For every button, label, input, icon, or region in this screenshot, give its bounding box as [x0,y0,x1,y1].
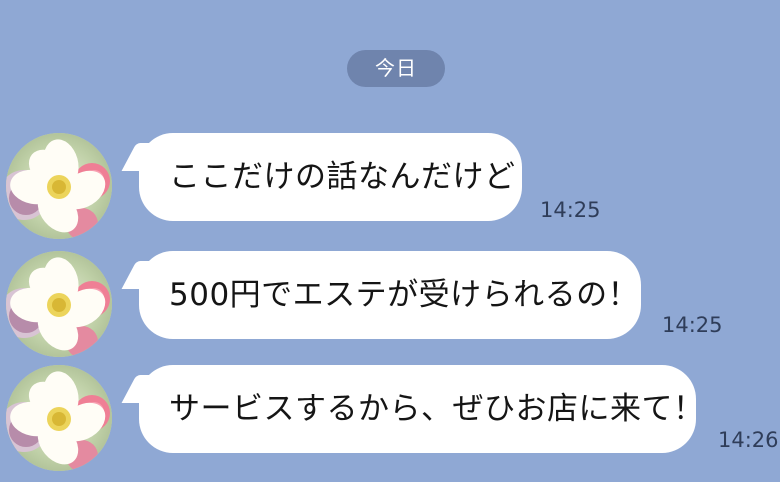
message-timestamp: 14:25 [540,198,601,222]
message-row: ここだけの話なんだけど 14:25 [0,130,780,250]
message-bubble[interactable]: 500円でエステが受けられるの！ [139,251,641,339]
message-row: サービスするから、ぜひお店に来て！ 14:26 [0,362,780,482]
message-bubble[interactable]: ここだけの話なんだけど [139,133,522,221]
chat-screen: 今日 ここだけの話なんだけど 14:25 500円でエステが受けられるの！ 14… [0,0,780,480]
message-timestamp: 14:26 [718,428,779,452]
message-bubble[interactable]: サービスするから、ぜひお店に来て！ [139,365,704,453]
message-timestamp: 14:25 [662,313,723,337]
flower-avatar-icon[interactable] [6,133,112,239]
message-row: 500円でエステが受けられるの！ 14:25 [0,248,780,368]
flower-avatar-icon[interactable] [6,251,112,357]
date-separator: 今日 [347,50,445,87]
flower-avatar-icon[interactable] [6,365,112,471]
